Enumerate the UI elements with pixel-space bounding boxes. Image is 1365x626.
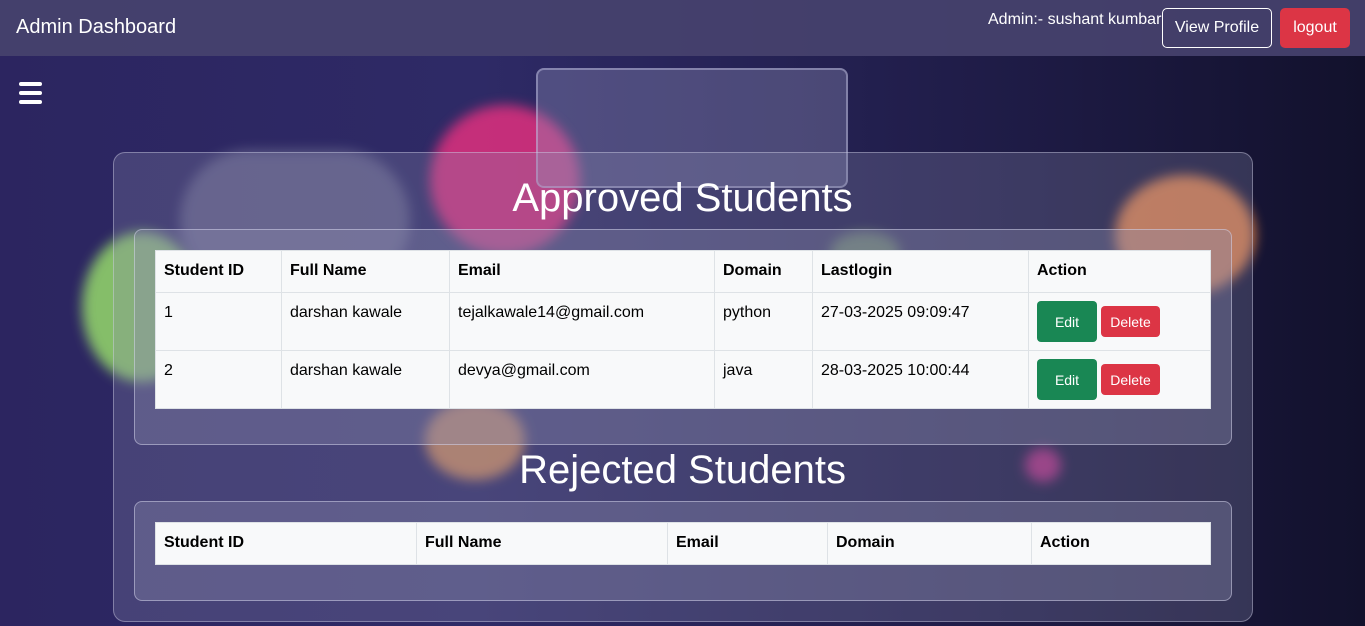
approved-students-table: Student ID Full Name Email Domain Lastlo…	[155, 250, 1211, 409]
view-profile-button[interactable]: View Profile	[1162, 8, 1272, 48]
top-navbar: Admin Dashboard Admin:- sushant kumbar V…	[0, 0, 1365, 56]
column-header: Student ID	[155, 522, 417, 565]
table-row: 1 darshan kawale tejalkawale14@gmail.com…	[155, 292, 1211, 351]
action-cell: Edit Delete	[1028, 350, 1211, 409]
brand-title: Admin Dashboard	[16, 16, 177, 38]
rejected-students-title: Rejected Students	[519, 448, 846, 492]
column-header: Domain	[827, 522, 1032, 565]
domain-cell: java	[714, 350, 813, 409]
logout-button[interactable]: logout	[1280, 8, 1350, 48]
student-id-cell: 2	[155, 350, 282, 409]
full-name-cell: darshan kawale	[281, 292, 450, 351]
approved-students-title: Approved Students	[512, 176, 853, 220]
edit-button[interactable]: Edit	[1037, 301, 1097, 342]
action-cell: Edit Delete	[1028, 292, 1211, 351]
table-row: 2 darshan kawale devya@gmail.com java 28…	[155, 350, 1211, 409]
rejected-students-table: Student ID Full Name Email Domain Action	[155, 522, 1211, 565]
admin-name-label: Admin:- sushant kumbar	[988, 11, 1162, 28]
delete-button[interactable]: Delete	[1101, 306, 1160, 337]
student-id-cell: 1	[155, 292, 282, 351]
column-header: Action	[1031, 522, 1211, 565]
hamburger-menu-icon[interactable]	[19, 82, 42, 104]
column-header: Full Name	[281, 250, 450, 293]
lastlogin-cell: 27-03-2025 09:09:47	[812, 292, 1029, 351]
column-header: Domain	[714, 250, 813, 293]
delete-button[interactable]: Delete	[1101, 364, 1160, 395]
column-header: Email	[449, 250, 715, 293]
column-header: Action	[1028, 250, 1211, 293]
column-header: Full Name	[416, 522, 668, 565]
domain-cell: python	[714, 292, 813, 351]
email-cell: devya@gmail.com	[449, 350, 715, 409]
column-header: Email	[667, 522, 828, 565]
column-header: Lastlogin	[812, 250, 1029, 293]
email-cell: tejalkawale14@gmail.com	[449, 292, 715, 351]
edit-button[interactable]: Edit	[1037, 359, 1097, 400]
lastlogin-cell: 28-03-2025 10:00:44	[812, 350, 1029, 409]
column-header: Student ID	[155, 250, 282, 293]
full-name-cell: darshan kawale	[281, 350, 450, 409]
